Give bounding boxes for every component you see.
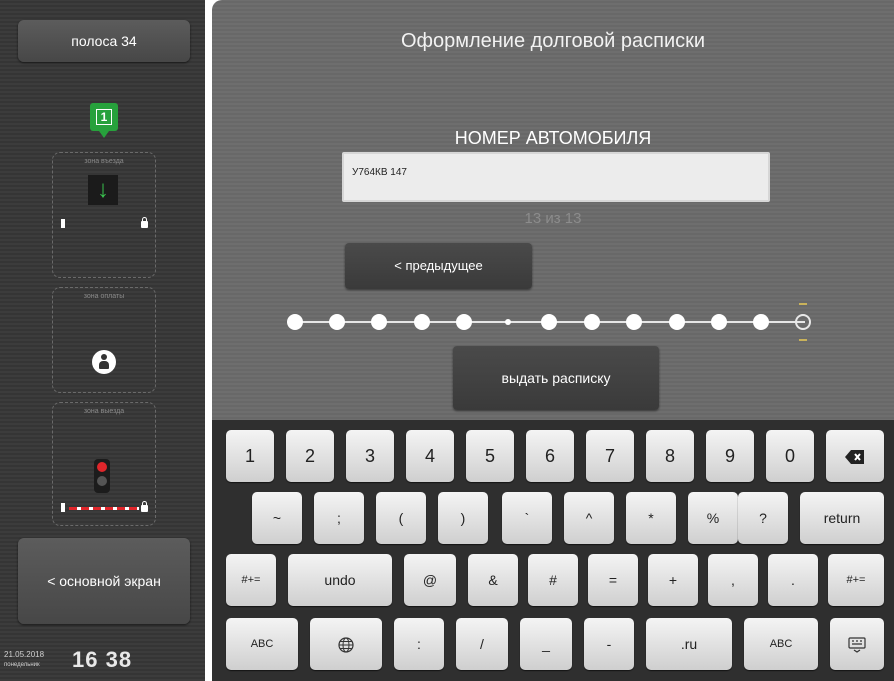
key-question[interactable]: ? <box>738 492 788 544</box>
key-period[interactable]: . <box>768 554 818 606</box>
key-4[interactable]: 4 <box>406 430 454 482</box>
lane-number-badge: 1 <box>90 103 118 138</box>
key-caret[interactable]: ^ <box>564 492 614 544</box>
lock-icon <box>141 501 148 512</box>
lock-icon <box>141 217 148 228</box>
progress-dot[interactable] <box>414 314 430 330</box>
payment-zone-label: зона оплаты <box>83 293 125 300</box>
key-2[interactable]: 2 <box>286 430 334 482</box>
key-hash[interactable]: # <box>528 554 578 606</box>
keyboard-hide-icon <box>848 637 866 653</box>
person-icon <box>92 350 116 374</box>
key-semicolon[interactable]: ; <box>314 492 364 544</box>
progress-dots <box>287 303 827 341</box>
undo-key[interactable]: undo <box>288 554 392 606</box>
return-key[interactable]: return <box>800 492 884 544</box>
marker-tick-icon <box>799 303 807 305</box>
date-text: 21.05.2018 <box>4 650 45 659</box>
key-7[interactable]: 7 <box>586 430 634 482</box>
key-comma[interactable]: , <box>708 554 758 606</box>
barrier-post-icon <box>61 503 65 512</box>
progress-dot[interactable] <box>505 319 511 325</box>
plate-number-input[interactable]: У764КВ 147 <box>342 152 770 202</box>
progress-dot[interactable] <box>287 314 303 330</box>
backspace-key[interactable] <box>826 430 884 482</box>
lane-button[interactable]: полоса 34 <box>18 20 190 62</box>
progress-dot[interactable] <box>753 314 769 330</box>
progress-dot[interactable] <box>371 314 387 330</box>
language-key[interactable] <box>310 618 382 670</box>
key-ampersand[interactable]: & <box>468 554 518 606</box>
page-title: Оформление долговой расписки <box>400 30 706 52</box>
on-screen-keyboard: 1 2 3 4 5 6 7 8 9 0 ~ ; ( ) ` ^ * % ? re… <box>212 420 894 681</box>
date-display: 21.05.2018 понедельник <box>4 650 44 670</box>
progress-dot-current[interactable] <box>795 314 811 330</box>
key-equals[interactable]: = <box>588 554 638 606</box>
exit-zone: зона выезда <box>52 402 156 526</box>
barrier-post-icon <box>61 219 65 228</box>
progress-dot[interactable] <box>329 314 345 330</box>
record-counter: 13 из 13 <box>524 210 582 227</box>
key-0[interactable]: 0 <box>766 430 814 482</box>
abc-key-right[interactable]: ABC <box>744 618 818 670</box>
progress-dot[interactable] <box>541 314 557 330</box>
key-1[interactable]: 1 <box>226 430 274 482</box>
progress-dot[interactable] <box>456 314 472 330</box>
symbols-key[interactable]: #+= <box>226 554 276 606</box>
symbols-key-right[interactable]: #+= <box>828 554 884 606</box>
weekday-text: понедельник <box>4 662 40 668</box>
payment-zone: зона оплаты <box>52 287 156 393</box>
abc-key-left[interactable]: ABC <box>226 618 298 670</box>
key-3[interactable]: 3 <box>346 430 394 482</box>
progress-dot[interactable] <box>584 314 600 330</box>
key-at[interactable]: @ <box>404 554 456 606</box>
sidebar: полоса 34 1 зона въезда ↓ зона оплаты зо… <box>0 0 205 681</box>
key-close-paren[interactable]: ) <box>438 492 488 544</box>
progress-dot[interactable] <box>669 314 685 330</box>
hide-keyboard-key[interactable] <box>830 618 884 670</box>
key-plus[interactable]: + <box>648 554 698 606</box>
backspace-icon <box>845 450 864 465</box>
key-asterisk[interactable]: * <box>626 492 676 544</box>
plate-field-label: НОМЕР АВТОМОБИЛЯ <box>454 128 652 148</box>
main-screen-button[interactable]: < основной экран <box>18 538 190 624</box>
key-minus[interactable]: - <box>584 618 634 670</box>
key-dot-ru[interactable]: .ru <box>646 618 732 670</box>
progress-dot[interactable] <box>711 314 727 330</box>
key-9[interactable]: 9 <box>706 430 754 482</box>
issue-receipt-button[interactable]: выдать расписку <box>453 346 659 410</box>
key-5[interactable]: 5 <box>466 430 514 482</box>
traffic-light-icon <box>94 459 110 493</box>
globe-icon <box>338 637 354 653</box>
exit-zone-label: зона выезда <box>83 408 125 415</box>
progress-dot[interactable] <box>626 314 642 330</box>
key-percent[interactable]: % <box>688 492 738 544</box>
key-slash[interactable]: / <box>456 618 508 670</box>
entry-zone: зона въезда ↓ <box>52 152 156 278</box>
key-tilde[interactable]: ~ <box>252 492 302 544</box>
barrier-arm-icon <box>69 507 139 510</box>
previous-button[interactable]: < предыдущее <box>345 243 532 289</box>
clock: 16 38 <box>72 647 133 672</box>
key-6[interactable]: 6 <box>526 430 574 482</box>
key-open-paren[interactable]: ( <box>376 492 426 544</box>
lane-number: 1 <box>96 109 112 125</box>
key-8[interactable]: 8 <box>646 430 694 482</box>
key-colon[interactable]: : <box>394 618 444 670</box>
marker-tick-icon <box>799 339 807 341</box>
key-underscore[interactable]: _ <box>520 618 572 670</box>
key-backtick[interactable]: ` <box>502 492 552 544</box>
entry-zone-label: зона въезда <box>84 158 124 165</box>
down-arrow-icon: ↓ <box>88 175 118 205</box>
